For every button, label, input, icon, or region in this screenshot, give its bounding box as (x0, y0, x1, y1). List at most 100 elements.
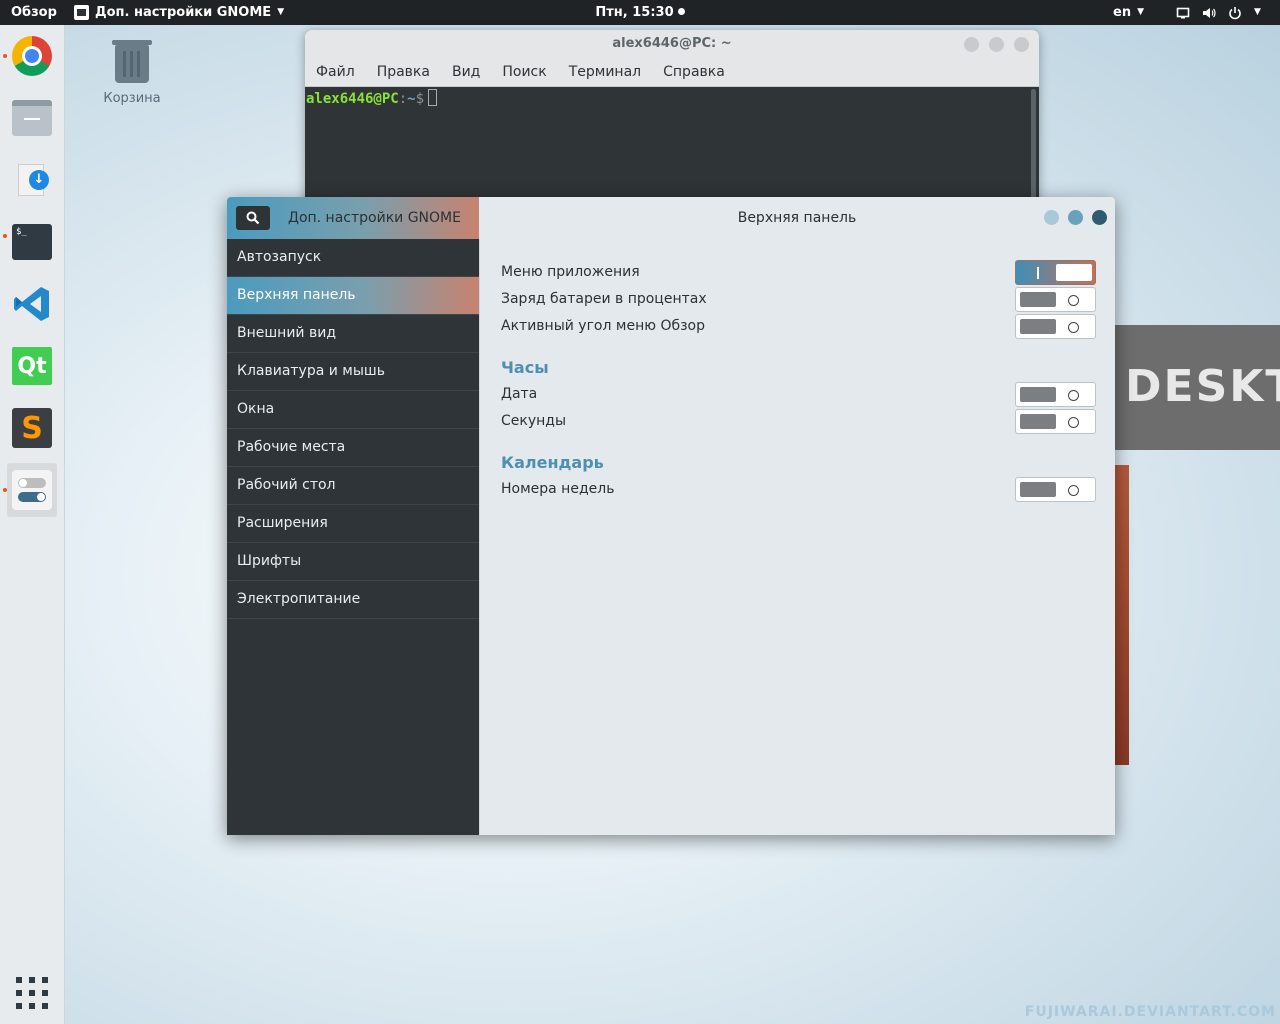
tweaks-sidebar: Автозапуск Верхняя панель Внешний вид Кл… (227, 239, 479, 835)
setting-row-app-menu: Меню приложения (501, 259, 1096, 286)
maximize-icon[interactable] (1068, 210, 1083, 225)
terminal-icon: $_ (12, 224, 52, 260)
chevron-down-icon: ▼ (277, 7, 285, 17)
volume-icon (1203, 7, 1216, 18)
app-menu-icon (74, 5, 89, 20)
dock: ↓ $_ Qt S (0, 25, 65, 1024)
sidebar-item-keyboard-mouse[interactable]: Клавиатура и мышь (227, 353, 479, 391)
dock-sublime-text[interactable]: S (7, 401, 57, 455)
terminal-scrollbar[interactable] (1031, 89, 1036, 199)
dock-qt-creator[interactable]: Qt (7, 339, 57, 393)
prompt-symbol: $ (415, 91, 425, 107)
dock-files[interactable] (7, 91, 57, 145)
setting-row-week-numbers: Номера недель (501, 476, 1096, 503)
prompt-path: ~ (407, 91, 416, 107)
sublime-text-icon: S (12, 408, 52, 448)
setting-row-battery-percent: Заряд батареи в процентах (501, 286, 1096, 313)
menu-terminal[interactable]: Терминал (569, 64, 641, 80)
terminal-window: alex6446@PC: ~ Файл Правка Вид Поиск Тер… (305, 30, 1039, 205)
chrome-icon (12, 36, 52, 76)
dock-vscode[interactable] (7, 277, 57, 331)
terminal-title: alex6446@PC: ~ (612, 36, 732, 51)
sidebar-item-appearance[interactable]: Внешний вид (227, 315, 479, 353)
sidebar-item-top-bar[interactable]: Верхняя панель (227, 277, 479, 315)
qt-creator-icon: Qt (12, 347, 52, 385)
page-title: Верхняя панель (737, 210, 857, 226)
wallpaper-watermark: FUJIWARAI.DEVIANTART.COM (1024, 1004, 1276, 1020)
sidebar-item-extensions[interactable]: Расширения (227, 505, 479, 543)
sidebar-item-desktop[interactable]: Рабочий стол (227, 467, 479, 505)
close-icon[interactable] (1092, 210, 1107, 225)
gnome-tweaks-icon (12, 470, 52, 510)
tweaks-sidebar-header[interactable]: Доп. настройки GNOME (227, 197, 479, 239)
setting-label: Дата (501, 386, 538, 402)
terminal-output[interactable]: alex6446@PC:~$ (305, 87, 1039, 205)
trash-icon (112, 40, 152, 83)
minimize-icon[interactable] (964, 37, 979, 52)
search-icon (246, 211, 260, 225)
menu-file[interactable]: Файл (316, 64, 355, 80)
wallpaper-text: DESKT (1125, 361, 1280, 412)
tweaks-app-title: Доп. настройки GNOME (288, 210, 461, 226)
terminal-menubar: Файл Правка Вид Поиск Терминал Справка (305, 58, 1039, 87)
sidebar-item-fonts[interactable]: Шрифты (227, 543, 479, 581)
dock-terminal[interactable]: $_ (7, 215, 57, 269)
vscode-icon (14, 287, 49, 321)
terminal-titlebar[interactable]: alex6446@PC: ~ (305, 30, 1039, 58)
search-button[interactable] (236, 206, 270, 230)
desktop-trash[interactable]: Корзина (100, 40, 164, 106)
setting-row-hot-corner: Активный угол меню Обзор (501, 313, 1096, 340)
dock-chrome[interactable] (7, 29, 57, 83)
setting-label: Меню приложения (501, 264, 640, 280)
app-menu-button[interactable]: Доп. настройки GNOME ▼ (74, 0, 284, 25)
clock-label: Птн, 15:30 (595, 5, 674, 20)
activities-button[interactable]: Обзор (11, 0, 57, 25)
chevron-down-icon: ▼ (1137, 7, 1144, 17)
seconds-switch[interactable] (1015, 409, 1096, 434)
sidebar-item-windows[interactable]: Окна (227, 391, 479, 429)
setting-label: Номера недель (501, 481, 615, 497)
menu-search[interactable]: Поиск (502, 64, 546, 80)
section-title-calendar: Календарь (501, 453, 604, 472)
downloader-icon: ↓ (12, 160, 52, 200)
minimize-icon[interactable] (1044, 210, 1059, 225)
close-icon[interactable] (1014, 37, 1029, 52)
screen-icon (1176, 7, 1190, 18)
tweaks-content: Меню приложения Заряд батареи в процента… (479, 239, 1115, 835)
setting-row-seconds: Секунды (501, 408, 1096, 435)
menu-edit[interactable]: Правка (377, 64, 430, 80)
menu-help[interactable]: Справка (663, 64, 725, 80)
hot-corner-switch[interactable] (1015, 314, 1096, 339)
week-numbers-switch[interactable] (1015, 477, 1096, 502)
setting-row-date: Дата (501, 381, 1096, 408)
system-menu-button[interactable]: ▼ (1176, 0, 1261, 25)
setting-label: Секунды (501, 413, 567, 429)
sidebar-item-startup[interactable]: Автозапуск (227, 239, 479, 277)
tweaks-window: Доп. настройки GNOME Верхняя панель Авто… (227, 197, 1115, 835)
files-icon (12, 100, 52, 136)
clock-button[interactable]: Птн, 15:30 (595, 5, 685, 20)
chevron-down-icon: ▼ (1254, 7, 1261, 17)
sidebar-item-power[interactable]: Электропитание (227, 581, 479, 619)
trash-label: Корзина (103, 91, 161, 106)
setting-label: Активный угол меню Обзор (501, 318, 706, 334)
show-applications-button[interactable] (16, 977, 48, 1009)
menu-view[interactable]: Вид (452, 64, 480, 80)
sidebar-item-workspaces[interactable]: Рабочие места (227, 429, 479, 467)
dock-gnome-tweaks[interactable] (7, 463, 57, 517)
notification-dot-icon (677, 8, 685, 15)
dock-downloader[interactable]: ↓ (7, 153, 57, 207)
date-switch[interactable] (1015, 382, 1096, 407)
maximize-icon[interactable] (989, 37, 1004, 52)
setting-label: Заряд батареи в процентах (501, 291, 707, 307)
terminal-cursor (428, 89, 438, 106)
prompt-separator: : (398, 91, 408, 107)
battery-percent-switch[interactable] (1015, 287, 1096, 312)
wallpaper-strip (1115, 465, 1129, 765)
app-menu-switch[interactable] (1015, 260, 1096, 285)
power-icon (1229, 6, 1241, 19)
keyboard-layout-button[interactable]: en ▼ (1113, 0, 1144, 25)
section-title-clock: Часы (501, 358, 549, 377)
tweaks-content-header[interactable]: Верхняя панель (479, 197, 1115, 239)
keyboard-layout-label: en (1113, 5, 1132, 20)
